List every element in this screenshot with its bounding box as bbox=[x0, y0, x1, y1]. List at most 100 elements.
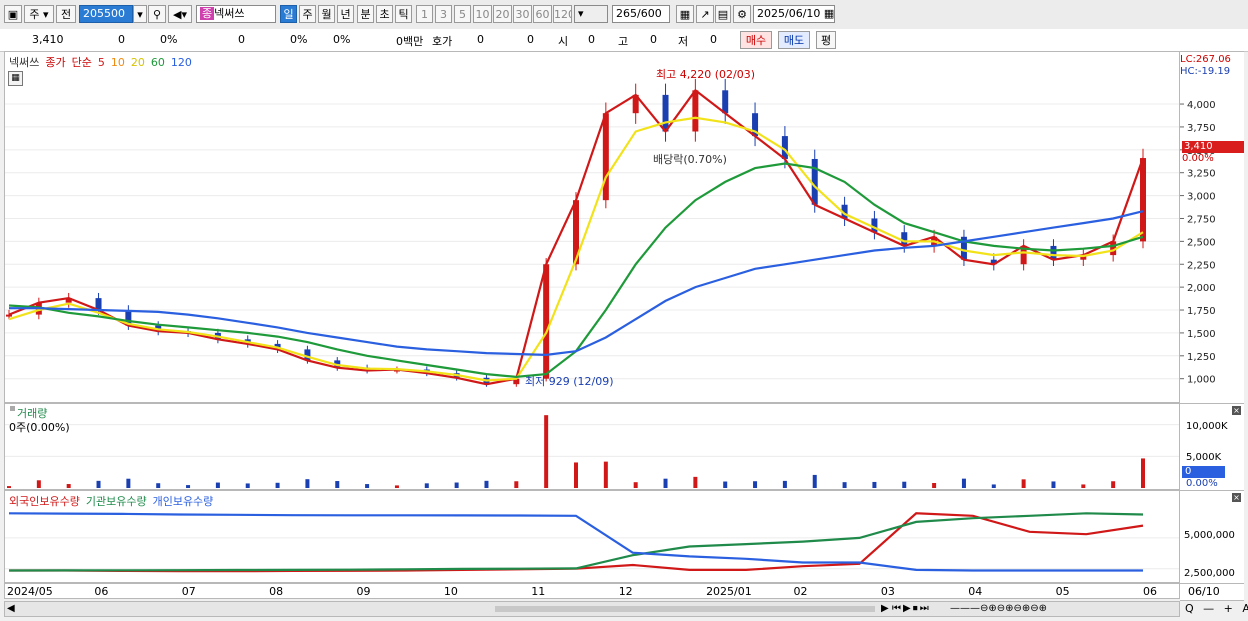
interval-120[interactable]: 120 bbox=[553, 5, 572, 23]
stock-name-field[interactable]: 종 넥써쓰 bbox=[196, 5, 276, 23]
volume-bar bbox=[454, 482, 459, 488]
calendar-icon[interactable]: ▦ bbox=[824, 7, 834, 20]
sell-button[interactable]: 매도 bbox=[778, 31, 810, 49]
legend-simple: 단순 bbox=[71, 56, 92, 69]
search-icon[interactable]: ⚲ bbox=[148, 5, 166, 23]
holdings-axis: 5,000,000 2,500,000 × bbox=[1180, 490, 1244, 585]
volume-bar bbox=[932, 482, 937, 488]
volume-bar bbox=[872, 481, 877, 488]
quote-pct2: 0% bbox=[333, 33, 351, 46]
eval-button[interactable]: 평 bbox=[816, 31, 836, 49]
holdings-line bbox=[8, 512, 1143, 572]
volume-bar bbox=[424, 483, 429, 488]
volume-bar bbox=[693, 476, 698, 488]
holdings-tick-5000000: 5,000,000 bbox=[1184, 530, 1235, 541]
interval-custom-select[interactable]: ▾ bbox=[574, 5, 608, 23]
volume-tick-10000: 10,000K bbox=[1186, 421, 1228, 432]
interval-30[interactable]: 30 bbox=[513, 5, 532, 23]
candle-body bbox=[692, 90, 699, 132]
save-icon[interactable]: ▤ bbox=[715, 5, 731, 23]
interval-3[interactable]: 3 bbox=[435, 5, 452, 23]
x-tick-label: 2024/05 bbox=[7, 585, 53, 598]
quote-bar: 3,410 0 0% 0 0% 0% 0백만 호가 0 0 시 0 고 0 저 … bbox=[0, 29, 1248, 52]
x-tick-label: 12 bbox=[618, 585, 633, 598]
zoom-slider[interactable]: ———⊖⊕⊖⊕⊖⊕⊖⊕ bbox=[950, 603, 1047, 614]
interval-20[interactable]: 20 bbox=[493, 5, 512, 23]
scroll-left-icon[interactable]: ◀ bbox=[7, 603, 15, 614]
legend-close: 종가 bbox=[45, 56, 66, 69]
scroll-thumb[interactable] bbox=[495, 606, 875, 612]
volume-bar bbox=[1081, 484, 1086, 488]
price-tick-label: 1,500 bbox=[1187, 329, 1216, 340]
holdings-close-icon[interactable]: × bbox=[1232, 493, 1241, 502]
interval-1[interactable]: 1 bbox=[416, 5, 433, 23]
x-tick-label: 10 bbox=[443, 585, 458, 598]
price-tick-label: 3,750 bbox=[1187, 123, 1216, 134]
stock-type-badge: 종 bbox=[200, 7, 215, 20]
x-tick-label: 2025/01 bbox=[706, 585, 752, 598]
quote-price: 3,410 bbox=[32, 33, 64, 46]
volume-bar bbox=[66, 484, 71, 488]
price-tick-label: 1,750 bbox=[1187, 306, 1216, 317]
volume-bar bbox=[753, 481, 758, 488]
tab-tick[interactable]: 틱 bbox=[395, 5, 412, 23]
price-chart-svg bbox=[5, 78, 1179, 387]
stock-code-input[interactable]: 205500 bbox=[79, 5, 133, 23]
tab-minute[interactable]: 분 bbox=[357, 5, 374, 23]
volume-bar bbox=[1141, 458, 1145, 488]
prev-button[interactable]: 전 bbox=[56, 5, 76, 23]
legend-ma20: 20 bbox=[130, 56, 145, 69]
volume-bar bbox=[961, 478, 966, 488]
volume-bar bbox=[186, 485, 191, 488]
candle-body bbox=[722, 90, 729, 114]
price-tick-label: 2,000 bbox=[1187, 283, 1216, 294]
interval-10[interactable]: 10 bbox=[473, 5, 492, 23]
gear-icon[interactable]: ⚙ bbox=[733, 5, 751, 23]
x-tick-label: 05 bbox=[1055, 585, 1070, 598]
zoom-controls[interactable]: Q — + A bbox=[1185, 602, 1248, 615]
tab-week[interactable]: 주 bbox=[299, 5, 316, 23]
volume-bar bbox=[156, 483, 161, 488]
volume-bar bbox=[365, 484, 370, 488]
volume-bar bbox=[574, 462, 578, 488]
scroll-right-icon[interactable]: ▶ bbox=[881, 603, 889, 614]
interval-5[interactable]: 5 bbox=[454, 5, 471, 23]
stock-name-text: 넥써쓰 bbox=[214, 7, 245, 20]
volume-bar bbox=[1021, 479, 1026, 488]
volume-bar bbox=[36, 480, 41, 488]
grid-toggle-icon[interactable]: ▦ bbox=[8, 71, 23, 86]
sound-icon[interactable]: ◀▾ bbox=[168, 5, 192, 23]
interval-60[interactable]: 60 bbox=[533, 5, 552, 23]
holdings-legend: 외국인보유수량 기관보유수량 개인보유수량 bbox=[9, 493, 219, 509]
close-icon[interactable]: × bbox=[1232, 406, 1241, 415]
current-price-tag: 3,410 bbox=[1182, 141, 1244, 153]
buy-button[interactable]: 매수 bbox=[740, 31, 772, 49]
x-tick-label: 06 bbox=[94, 585, 109, 598]
count-field[interactable]: 265/600 bbox=[612, 5, 670, 23]
tab-month[interactable]: 월 bbox=[318, 5, 335, 23]
chart-type-icon[interactable]: ▦ bbox=[676, 5, 694, 23]
quote-high-label: 고 bbox=[618, 35, 629, 48]
price-legend: 넥써쓰 종가 단순 5 10 20 60 120 bbox=[9, 54, 198, 70]
volume-pane: 거래량 0주(0.00%) bbox=[4, 403, 1180, 490]
volume-bar bbox=[514, 481, 519, 488]
price-tick-label: 4,000 bbox=[1187, 100, 1216, 111]
quote-open-label: 시 bbox=[558, 35, 569, 48]
playback-controls[interactable]: ⏮▶⏹⏭ bbox=[892, 603, 931, 614]
volume-bar bbox=[305, 479, 310, 488]
legend-ma10: 10 bbox=[110, 56, 125, 69]
date-field[interactable]: 2025/06/10 ▦ bbox=[753, 5, 835, 23]
drawing-tool-icon[interactable]: ↗ bbox=[696, 5, 714, 23]
candle-body bbox=[543, 264, 550, 379]
tab-second[interactable]: 초 bbox=[376, 5, 393, 23]
volume-bar bbox=[544, 415, 549, 488]
volume-bar bbox=[991, 484, 996, 488]
code-dropdown-icon[interactable]: ▾ bbox=[133, 5, 147, 23]
volume-bar bbox=[245, 483, 250, 488]
holdings-tick-2500000: 2,500,000 bbox=[1184, 568, 1235, 579]
tab-day[interactable]: 일 bbox=[280, 5, 297, 23]
tab-year[interactable]: 년 bbox=[337, 5, 354, 23]
quote-low-label: 저 bbox=[678, 35, 689, 48]
period-type-select[interactable]: 주 ▾ bbox=[24, 5, 54, 23]
chart-menu-icon[interactable]: ▣ bbox=[4, 5, 22, 23]
